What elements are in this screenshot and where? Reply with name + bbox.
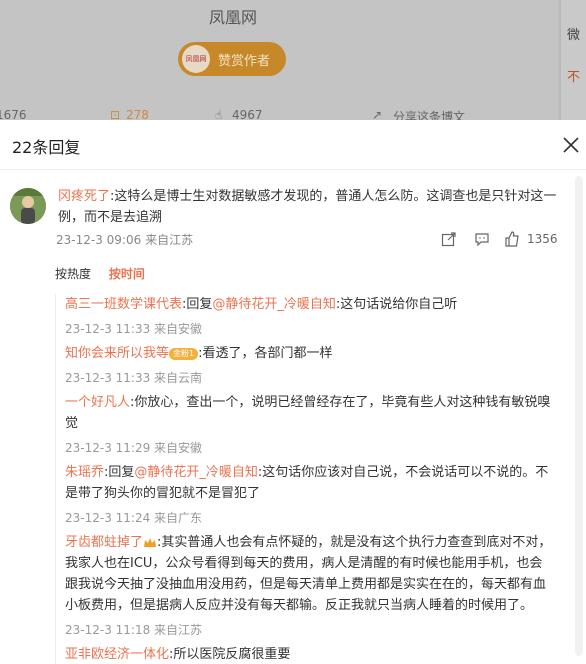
reply-item: 一个好凡人:你放心，查出一个，说明已经曾经存在了，毕竟有些人对这种钱有敏锐嗅觉 2… (65, 392, 555, 462)
thumbs-up-icon[interactable] (503, 230, 521, 248)
sidebar-char: 微 (567, 28, 581, 43)
comment-actions: 1356 (440, 230, 560, 250)
reply-username[interactable]: 知你会来所以我等 (65, 346, 169, 361)
reply-time: 23-12-3 11:33 (65, 371, 151, 385)
reply-time: 23-12-3 11:24 (65, 511, 151, 525)
reply-icon[interactable] (473, 230, 491, 248)
crown-icon (144, 537, 157, 547)
reply-text: 亚非欧经济一体化:所以医院反腐很重要 (65, 644, 555, 664)
modal-header: 22条回复 (0, 120, 586, 170)
reply-location: 来自云南 (150, 371, 203, 385)
comment-location: 来自江苏 (145, 233, 194, 247)
reply-meta: 23-12-3 11:33 来自云南 (65, 364, 555, 392)
reply-location: 来自安徽 (150, 441, 203, 455)
reply-time: 23-12-3 11:18 (65, 623, 151, 637)
reply-time: 23-12-3 11:33 (65, 322, 151, 336)
reply-item: 朱瑶乔:回复@静待花开_冷暖自知:这句话你应该对自己说，不会说话可以不说的。不是… (65, 462, 555, 532)
replies-modal: 22条回复 冈疼死了:这特么是博士生对数据敏感才发现的，普通人怎么防。这调查也是… (0, 120, 586, 664)
reply-meta: 23-12-3 11:33 来自安徽 (65, 315, 555, 343)
reply-username[interactable]: 亚非欧经济一体化 (65, 647, 169, 662)
comment-text: 冈疼死了:这特么是博士生对数据敏感才发现的，普通人怎么防。这调查也是只针对这一例… (58, 186, 558, 228)
close-icon[interactable] (560, 134, 582, 156)
reply-text: 一个好凡人:你放心，查出一个，说明已经曾经存在了，毕竟有些人对这种钱有敏锐嗅觉 (65, 392, 555, 434)
fan-badge: 金粉1 (169, 347, 199, 360)
reply-body: :所以医院反腐很重要 (169, 647, 291, 662)
scrollbar-thumb[interactable] (575, 176, 583, 656)
reply-location: 来自安徽 (150, 322, 203, 336)
reply-item: 亚非欧经济一体化:所以医院反腐很重要23-12-3 11:13 来自贵州 (65, 644, 555, 664)
like-count: 1356 (527, 232, 558, 246)
sort-tabs: 按热度 按时间 (55, 265, 159, 282)
comment-body: :这特么是博士生对数据敏感才发现的，普通人怎么防。这调查也是只针对这一例，而不是… (58, 189, 557, 225)
reply-text: 高三一班数学课代表:回复@静待花开_冷暖自知:这句话说给你自己听 (65, 294, 555, 315)
reply-meta: 23-12-3 11:18 来自江苏 (65, 616, 555, 644)
reply-username[interactable]: 高三一班数学课代表 (65, 297, 182, 312)
sidebar-char-red: 不 (567, 70, 581, 85)
reply-body: :你放心，查出一个，说明已经曾经存在了，毕竟有些人对这种钱有敏锐嗅觉 (65, 395, 551, 431)
mention-link[interactable]: @静待花开_冷暖自知 (134, 465, 258, 480)
reply-item: 高三一班数学课代表:回复@静待花开_冷暖自知:这句话说给你自己听 23-12-3 … (65, 294, 555, 343)
avatar[interactable] (10, 188, 46, 224)
sort-by-hot[interactable]: 按热度 (55, 267, 91, 281)
site-title: 凤凰网 (208, 8, 257, 27)
reward-label: 赞赏作者 (218, 53, 271, 69)
mention-link[interactable]: @静待花开_冷暖自知 (212, 297, 336, 312)
share-icon[interactable] (440, 230, 458, 248)
reward-author-button[interactable]: 凤凰网 赞赏作者 (178, 42, 286, 76)
reply-meta: 23-12-3 11:29 来自安徽 (65, 434, 555, 462)
reply-list: 高三一班数学课代表:回复@静待花开_冷暖自知:这句话说给你自己听 23-12-3 … (55, 294, 555, 664)
reply-username[interactable]: 朱瑶乔 (65, 465, 104, 480)
comment-username[interactable]: 冈疼死了 (58, 189, 110, 204)
reply-location: 来自江苏 (150, 623, 203, 637)
scrollbar[interactable] (575, 176, 583, 656)
avatar-image (10, 188, 46, 224)
reply-meta: 23-12-3 11:24 来自广东 (65, 504, 555, 532)
reply-username[interactable]: 牙齿都蛀掉了 (65, 535, 143, 550)
reward-logo: 凤凰网 (182, 45, 210, 73)
comment-time: 23-12-3 09:06 (56, 233, 142, 247)
reply-username[interactable]: 一个好凡人 (65, 395, 130, 410)
reply-body: :这句话说给你自己听 (335, 297, 458, 312)
reply-body: :回复 (182, 297, 213, 312)
reply-time: 23-12-3 11:29 (65, 441, 151, 455)
sort-by-time[interactable]: 按时间 (109, 267, 145, 281)
reply-text: 知你会来所以我等 金粉1:看透了，各部门都一样 (65, 343, 555, 364)
reply-body: :回复 (104, 465, 135, 480)
reply-text: 朱瑶乔:回复@静待花开_冷暖自知:这句话你应该对自己说，不会说话可以不说的。不是… (65, 462, 555, 504)
reply-item: 牙齿都蛀掉了:其实普通人也会有点怀疑的，就是没有这个执行力查查到底对不对，我家人… (65, 532, 555, 644)
reply-text: 牙齿都蛀掉了:其实普通人也会有点怀疑的，就是没有这个执行力查查到底对不对，我家人… (65, 532, 555, 616)
reply-body: :看透了，各部门都一样 (198, 346, 333, 361)
reply-location: 来自广东 (150, 511, 203, 525)
modal-title: 22条回复 (12, 138, 81, 157)
reply-item: 知你会来所以我等 金粉1:看透了，各部门都一样 23-12-3 11:33 来自云南 (65, 343, 555, 392)
